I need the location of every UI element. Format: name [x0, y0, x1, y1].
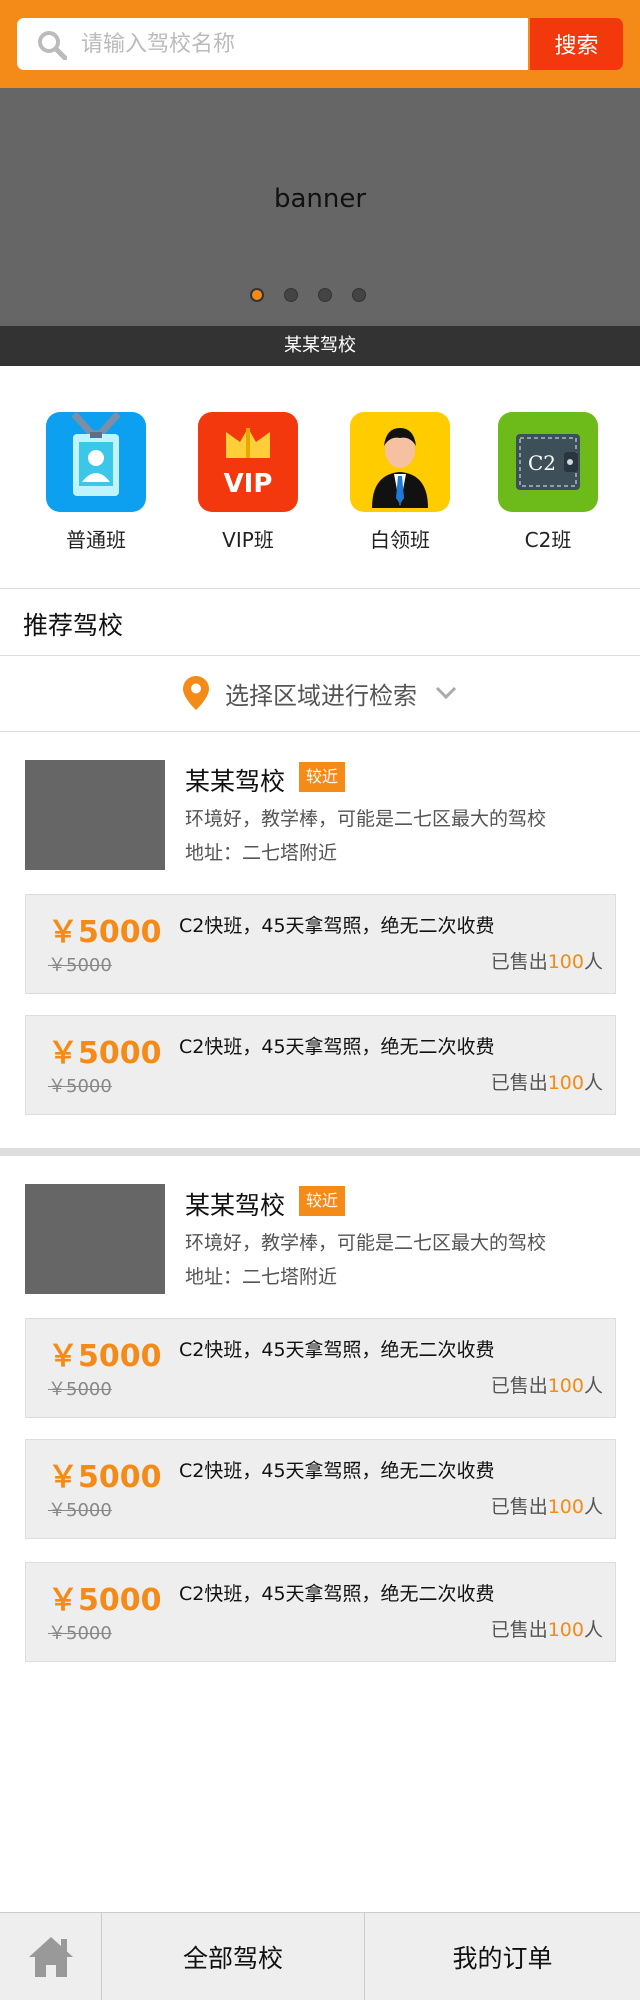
sold-suffix: 人 [583, 1496, 603, 1518]
section-divider [0, 1148, 640, 1156]
sold-prefix: 已售出 [490, 1375, 548, 1397]
offer-item[interactable]: ￥5000 ￥5000 C2快班，45天拿驾照，绝无二次收费 已售出100人 [25, 1439, 616, 1539]
offer-old-price: ￥5000 [48, 1379, 112, 1400]
category-label: 普通班 [66, 528, 126, 552]
area-filter-label: 选择区域进行检索 [225, 681, 417, 710]
search-button[interactable]: 搜索 [530, 18, 623, 70]
category-normal[interactable]: 普通班 [36, 412, 156, 553]
sold-count: 100 [547, 1072, 584, 1094]
offer-item[interactable]: ￥5000 ￥5000 C2快班，45天拿驾照，绝无二次收费 已售出100人 [25, 1318, 616, 1418]
category-grid: 普通班 VIP VIP班 白领班 C2 C2班 [0, 366, 640, 588]
sold-suffix: 人 [583, 1375, 603, 1397]
offer-item[interactable]: ￥5000 ￥5000 C2快班，45天拿驾照，绝无二次收费 已售出100人 [25, 894, 616, 994]
header: 搜索 [0, 0, 640, 88]
c2-icon-text: C2 [528, 451, 556, 475]
home-button[interactable] [0, 1913, 102, 2000]
carousel-dot[interactable] [352, 288, 366, 302]
search-input[interactable] [81, 26, 511, 62]
distance-badge: 较近 [299, 762, 345, 792]
school-address: 地址：二七塔附近 [185, 842, 338, 864]
offer-price: ￥5000 [48, 915, 162, 950]
category-label: C2班 [524, 528, 572, 552]
offer-item[interactable]: ￥5000 ￥5000 C2快班，45天拿驾照，绝无二次收费 已售出100人 [25, 1015, 616, 1115]
vip-icon-text: VIP [224, 469, 273, 499]
sold-prefix: 已售出 [490, 1619, 548, 1641]
offer-old-price: ￥5000 [48, 1623, 112, 1644]
carousel-dots [250, 288, 366, 302]
area-filter[interactable]: 选择区域进行检索 [0, 656, 640, 730]
offer-sold: 已售出100人 [491, 1371, 603, 1398]
c2-wallet-icon: C2 [498, 412, 598, 512]
offer-title: C2快班，45天拿驾照，绝无二次收费 [179, 1339, 495, 1361]
sold-suffix: 人 [583, 1072, 603, 1094]
id-badge-icon [46, 412, 146, 512]
businessman-icon [350, 412, 450, 512]
offer-sold: 已售出100人 [491, 1068, 603, 1095]
sold-prefix: 已售出 [490, 1072, 548, 1094]
banner-text: banner [273, 184, 367, 214]
offer-title: C2快班，45天拿驾照，绝无二次收费 [179, 1583, 495, 1605]
offer-sold: 已售出100人 [491, 1492, 603, 1519]
category-label: VIP班 [222, 528, 274, 552]
school-name[interactable]: 某某驾校 [185, 1186, 285, 1222]
school-card[interactable]: 某某驾校 较近 环境好，教学棒，可能是二七区最大的驾校 地址：二七塔附近 ￥50… [0, 760, 640, 1120]
offer-old-price: ￥5000 [48, 955, 112, 976]
offer-price: ￥5000 [48, 1036, 162, 1071]
school-thumbnail[interactable] [25, 760, 165, 870]
sold-suffix: 人 [583, 1619, 603, 1641]
offer-title: C2快班，45天拿驾照，绝无二次收费 [179, 1460, 495, 1482]
category-vip[interactable]: VIP VIP班 [188, 412, 308, 553]
sold-count: 100 [547, 1496, 584, 1518]
bottom-nav: 全部驾校 我的订单 [0, 1912, 640, 2000]
section-title: 推荐驾校 [23, 611, 124, 640]
category-white-collar[interactable]: 白领班 [340, 412, 460, 553]
school-card[interactable]: 某某驾校 较近 环境好，教学棒，可能是二七区最大的驾校 地址：二七塔附近 ￥50… [0, 1184, 640, 1664]
location-pin-icon [183, 676, 209, 710]
distance-badge: 较近 [299, 1186, 345, 1216]
sold-count: 100 [547, 1375, 584, 1397]
divider [0, 588, 640, 589]
school-address: 地址：二七塔附近 [185, 1266, 338, 1288]
offer-sold: 已售出100人 [491, 947, 603, 974]
sold-prefix: 已售出 [490, 1496, 548, 1518]
offer-old-price: ￥5000 [48, 1076, 112, 1097]
search-box[interactable] [17, 18, 528, 70]
category-label: 白领班 [370, 528, 430, 552]
tab-my-orders[interactable]: 我的订单 [365, 1913, 640, 2000]
banner-caption: 某某驾校 [0, 326, 640, 366]
school-description: 环境好，教学棒，可能是二七区最大的驾校 [185, 808, 547, 830]
chevron-down-icon [435, 686, 457, 700]
offer-title: C2快班，45天拿驾照，绝无二次收费 [179, 1036, 495, 1058]
vip-crown-icon: VIP [198, 412, 298, 512]
offer-title: C2快班，45天拿驾照，绝无二次收费 [179, 915, 495, 937]
school-description: 环境好，教学棒，可能是二七区最大的驾校 [185, 1232, 547, 1254]
carousel-dot[interactable] [284, 288, 298, 302]
sold-count: 100 [547, 1619, 584, 1641]
school-name[interactable]: 某某驾校 [185, 762, 285, 798]
offer-old-price: ￥5000 [48, 1500, 112, 1521]
offer-price: ￥5000 [48, 1583, 162, 1618]
offer-price: ￥5000 [48, 1460, 162, 1495]
school-thumbnail[interactable] [25, 1184, 165, 1294]
sold-prefix: 已售出 [490, 951, 548, 973]
sold-suffix: 人 [583, 951, 603, 973]
carousel-dot[interactable] [250, 288, 264, 302]
sold-count: 100 [547, 951, 584, 973]
offer-price: ￥5000 [48, 1339, 162, 1374]
carousel-dot[interactable] [318, 288, 332, 302]
tab-all-schools[interactable]: 全部驾校 [102, 1913, 365, 2000]
category-c2[interactable]: C2 C2班 [488, 412, 608, 553]
offer-item[interactable]: ￥5000 ￥5000 C2快班，45天拿驾照，绝无二次收费 已售出100人 [25, 1562, 616, 1662]
search-icon [38, 31, 67, 60]
offer-sold: 已售出100人 [491, 1615, 603, 1642]
divider [0, 731, 640, 732]
home-icon [28, 1937, 73, 1977]
banner-carousel[interactable]: banner [0, 88, 640, 326]
